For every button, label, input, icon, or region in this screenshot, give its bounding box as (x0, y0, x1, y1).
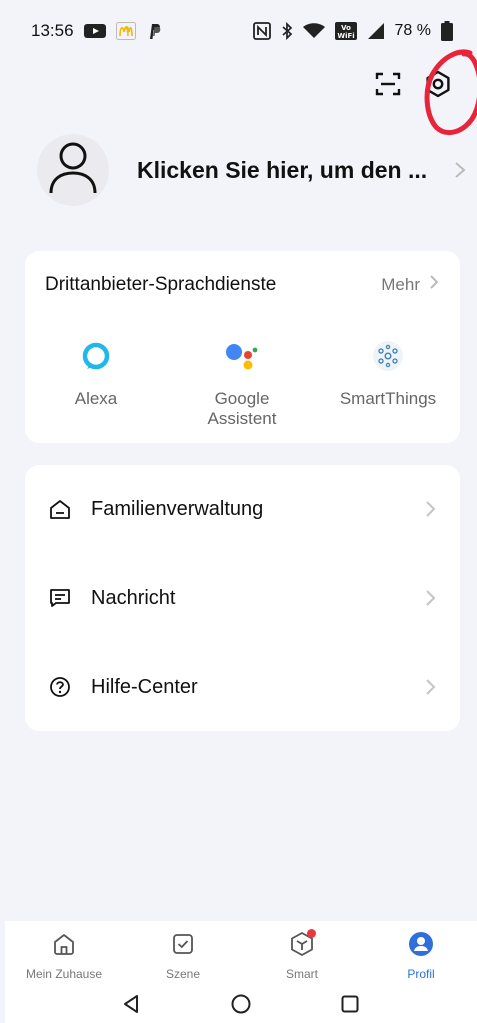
google-label-line2: Assistent (207, 409, 277, 428)
menu-item-help-label: Hilfe-Center (91, 675, 198, 698)
mcdonalds-icon (115, 22, 136, 40)
menu-item-message-label: Nachricht (91, 586, 176, 609)
service-alexa-label: Alexa (74, 389, 118, 408)
smartthings-icon (323, 339, 453, 373)
nav-home-label: Mein Zuhause (25, 967, 103, 981)
settings-icon (423, 69, 453, 104)
home-icon (9, 929, 119, 959)
service-google-assistant-label: Google Assistent (177, 389, 307, 429)
home-icon (47, 496, 73, 522)
battery-percent: 78 % (394, 22, 431, 39)
chevron-right-icon (453, 160, 467, 180)
cube-icon (247, 929, 357, 959)
home-system-button[interactable] (228, 993, 254, 1019)
menu-card: Familienverwaltung Nachricht Hilfe-Cente… (25, 465, 460, 731)
wifi-icon (302, 23, 325, 39)
nav-profile[interactable]: Profil (366, 929, 476, 981)
user-icon (48, 141, 98, 200)
service-smartthings-label: SmartThings (339, 389, 437, 408)
chevron-right-icon (424, 588, 436, 608)
alexa-icon (31, 339, 161, 373)
chevron-right-icon (424, 677, 436, 697)
vowifi-label-1: WiFi (337, 32, 354, 40)
nfc-icon (252, 22, 271, 40)
help-icon (47, 674, 73, 700)
profile-login-prompt: Klicken Sie hier, um den ... (137, 156, 428, 183)
nav-profile-label: Profil (407, 967, 435, 981)
chevron-right-icon (424, 499, 436, 519)
nav-scene[interactable]: Szene (128, 929, 238, 981)
scan-icon (375, 71, 401, 102)
settings-button[interactable] (421, 69, 455, 103)
message-icon (47, 585, 73, 611)
nav-smart[interactable]: Smart (247, 929, 357, 981)
back-triangle-icon (122, 994, 142, 1019)
more-link[interactable]: Mehr (381, 273, 440, 296)
voice-services-card: Drittanbieter-Sprachdienste Mehr Alexa G… (25, 251, 460, 443)
google-assistant-icon (177, 339, 307, 373)
service-smartthings[interactable]: SmartThings (323, 339, 453, 409)
system-navigation-bar (5, 987, 477, 1023)
service-alexa[interactable]: Alexa (31, 339, 161, 409)
vowifi-label-0: Vo (341, 24, 351, 32)
recents-button[interactable] (337, 993, 363, 1019)
status-bar: 13:56 Vo WiFi 78 % (5, 5, 477, 57)
status-time: 13:56 (31, 21, 74, 40)
chevron-right-icon (428, 273, 440, 296)
battery-icon (441, 21, 453, 41)
menu-item-family-label: Familienverwaltung (91, 497, 264, 520)
more-label: Mehr (381, 274, 420, 294)
scan-button[interactable] (373, 71, 403, 101)
checkbox-icon (128, 929, 238, 959)
google-label-line1: Google (214, 389, 270, 408)
vowifi-icon: Vo WiFi (334, 22, 357, 40)
profile-login-row[interactable]: Klicken Sie hier, um den ... (27, 130, 467, 210)
menu-item-message[interactable]: Nachricht (25, 568, 460, 628)
recents-square-icon (340, 994, 360, 1019)
menu-item-help[interactable]: Hilfe-Center (25, 657, 460, 717)
home-circle-icon (230, 993, 252, 1020)
avatar (37, 134, 109, 206)
nav-home[interactable]: Mein Zuhause (9, 929, 119, 981)
notification-badge (307, 929, 316, 938)
header-actions (337, 65, 477, 115)
menu-item-family[interactable]: Familienverwaltung (25, 479, 460, 539)
bottom-navigation: Mein Zuhause Szene Smart Profil (5, 921, 477, 987)
profile-screen: 13:56 Vo WiFi 78 % Klicken Sie hier, um … (5, 5, 477, 1023)
nav-scene-label: Szene (165, 967, 201, 981)
youtube-icon (83, 23, 106, 39)
signal-icon (367, 22, 385, 40)
bluetooth-icon (281, 22, 293, 40)
nav-smart-label: Smart (285, 967, 318, 981)
back-button[interactable] (119, 993, 145, 1019)
voice-services-title: Drittanbieter-Sprachdienste (45, 273, 277, 295)
paypal-icon (146, 22, 162, 40)
service-google-assistant[interactable]: Google Assistent (177, 339, 307, 429)
profile-icon (366, 929, 476, 959)
